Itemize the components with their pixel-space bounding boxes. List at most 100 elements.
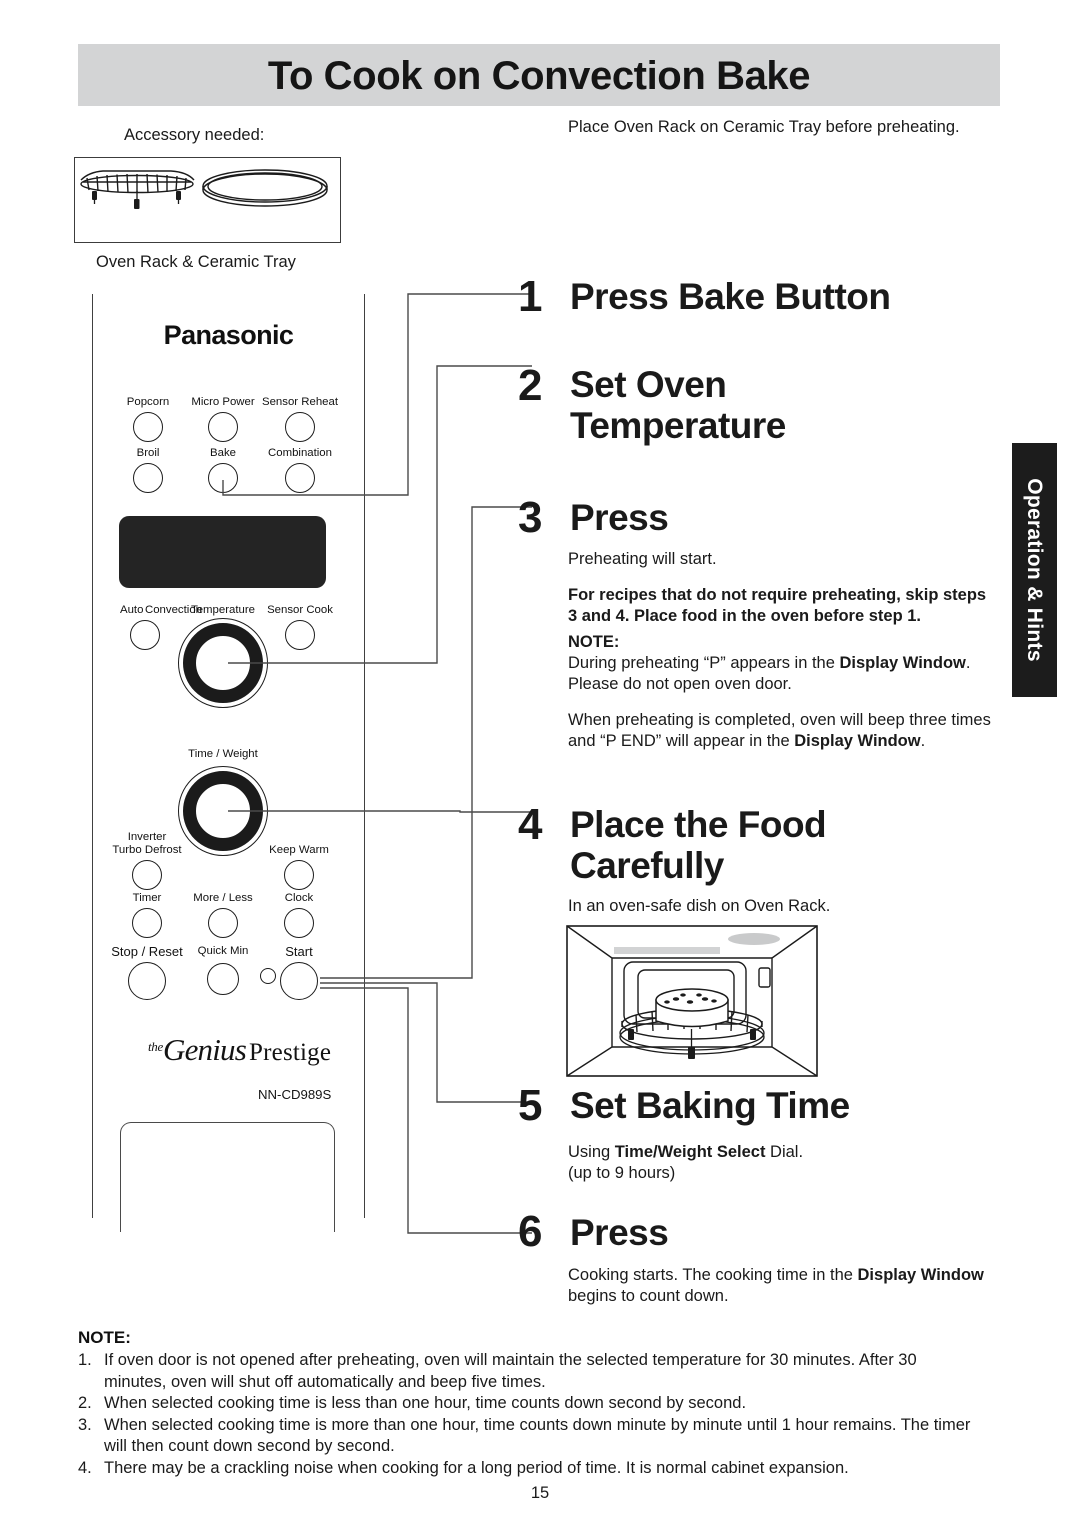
button-label-clock: Clock [284, 892, 314, 904]
micro-power-button[interactable] [208, 412, 238, 442]
button-label-popcorn: Popcorn [126, 396, 170, 408]
step-1-number: 1 [518, 272, 543, 321]
keep-warm-button[interactable] [284, 860, 314, 890]
button-label-micro-power: Micro Power [191, 396, 255, 408]
step-3-note-head: NOTE: [568, 633, 620, 651]
note-marker: 2. [78, 1394, 92, 1412]
button-label-sensor-cook: Sensor Cook [267, 604, 333, 616]
inverter-turbo-defrost-button[interactable] [132, 860, 162, 890]
time-weight-dial[interactable] [183, 771, 263, 851]
panel-left-edge [92, 294, 94, 1218]
display-window [119, 516, 326, 588]
page-title: To Cook on Convection Bake [267, 54, 811, 98]
note-p2-b: Display Window [794, 732, 921, 750]
popcorn-button[interactable] [133, 412, 163, 442]
button-label-more-less: More / Less [193, 892, 253, 904]
step-6-body-c: begins to count down. [568, 1287, 729, 1305]
button-label-quick-min: Quick Min [197, 945, 249, 957]
quick-min-button[interactable] [207, 963, 239, 995]
more-less-button[interactable] [208, 908, 238, 938]
logo-genius-text: Genius [162, 1032, 247, 1067]
start-indicator-icon [260, 968, 276, 984]
section-tab-label: Operation & Hints [1023, 478, 1046, 662]
step-3-number: 3 [518, 493, 543, 542]
auto-convection-button[interactable] [130, 620, 160, 650]
step-5-number: 5 [518, 1081, 543, 1130]
combination-button[interactable] [285, 463, 315, 493]
note-marker: 4. [78, 1458, 92, 1477]
button-label-inverter-turbo-defrost: Inverter Turbo Defrost [112, 831, 181, 856]
note-list-item: 3. When selected cooking time is more th… [78, 1415, 978, 1458]
button-label-start: Start [285, 944, 313, 959]
step-4-title: Place the Food Carefully [570, 804, 827, 886]
step-6-number: 6 [518, 1207, 543, 1256]
step-6-body-a: Cooking starts. The cooking time in the [568, 1266, 858, 1284]
note-text: There may be a crackling noise when cook… [104, 1458, 849, 1477]
broil-button[interactable] [133, 463, 163, 493]
note-marker: 1. [78, 1351, 92, 1369]
button-label-sensor-reheat: Sensor Reheat [262, 396, 338, 408]
step-2-number: 2 [518, 361, 543, 410]
model-number: NN-CD989S [258, 1087, 332, 1102]
step-6-body-b: Display Window [857, 1266, 984, 1284]
button-label-combination: Combination [268, 447, 332, 459]
brand-logo: Panasonic [163, 320, 294, 350]
note-p2-c: . [920, 732, 926, 750]
note-text: When selected cooking time is less than … [104, 1394, 747, 1412]
step-5-body-c: Dial. [765, 1143, 804, 1161]
button-label-keep-warm: Keep Warm [269, 844, 329, 856]
temperature-dial[interactable] [183, 623, 263, 703]
step-3-title: Press [570, 497, 669, 538]
step-6-body: Cooking starts. The cooking time in the … [568, 1265, 988, 1307]
accessory-icons [80, 169, 328, 209]
step-1-title: Press Bake Button [570, 276, 891, 317]
page-number: 15 [530, 1484, 550, 1502]
start-button[interactable] [280, 962, 318, 1000]
step-3-body-line1: Preheating will start. [568, 550, 717, 568]
dial-label-temperature: Temperature [191, 604, 255, 616]
bottom-note-list: 1. If oven door is not opened after preh… [78, 1350, 978, 1479]
button-label-stop-reset: Stop / Reset [111, 944, 183, 959]
accessory-illustration-box [74, 157, 341, 243]
note-text: When selected cooking time is more than … [104, 1415, 971, 1456]
inverter-label-line2: Turbo Defrost [112, 843, 182, 856]
step-5-body: Using Time/Weight Select Dial. (up to 9 h… [568, 1142, 988, 1184]
step-3-note-p1: During preheating “P” appears in the Dis… [568, 653, 988, 695]
sensor-cook-button[interactable] [285, 620, 315, 650]
stop-reset-button[interactable] [128, 962, 166, 1000]
bake-button[interactable] [208, 463, 238, 493]
sensor-reheat-button[interactable] [285, 412, 315, 442]
bottom-note-heading: NOTE: [78, 1328, 131, 1347]
note-p1-b: Display Window [839, 654, 966, 672]
oven-door-handle [120, 1122, 335, 1232]
step-5-body-b: Time/Weight Select [614, 1143, 766, 1161]
logo-the-text: the [148, 1039, 163, 1054]
button-label-broil: Broil [136, 447, 160, 459]
timer-button[interactable] [132, 908, 162, 938]
panel-right-edge [364, 294, 366, 1218]
dial-label-time-weight: Time / Weight [188, 748, 258, 760]
step-2-title: Set Oven Temperature [570, 364, 786, 446]
accessory-needed-label: Accessory needed: [124, 126, 265, 144]
note-p1-a: During preheating “P” appears in the [568, 654, 840, 672]
note-marker: 3. [78, 1415, 92, 1434]
button-label-auto: Auto [120, 604, 144, 616]
button-label-bake: Bake [210, 447, 236, 459]
step-3-body-bold: For recipes that do not require preheati… [568, 586, 987, 625]
manual-page: To Cook on Convection Bake Operation & H… [0, 0, 1080, 1526]
accessory-caption: Oven Rack & Ceramic Tray [96, 253, 296, 271]
step-4-number: 4 [518, 800, 543, 849]
step-3-note-p2: When preheating is completed, oven will … [568, 710, 998, 752]
button-label-timer: Timer [132, 892, 162, 904]
note-list-item: 2. When selected cooking time is less th… [78, 1393, 978, 1415]
note-list-item: 4. There may be a crackling noise when c… [78, 1458, 978, 1480]
step-5-body-a: Using [568, 1143, 615, 1161]
note-text: If oven door is not opened after preheat… [104, 1351, 917, 1391]
clock-button[interactable] [284, 908, 314, 938]
intro-instruction: Place Oven Rack on Ceramic Tray before p… [568, 118, 960, 136]
step-4-body: In an oven-safe dish on Oven Rack. [568, 897, 831, 915]
logo-prestige-text: Prestige [249, 1039, 332, 1066]
step-5-body-d: (up to 9 hours) [568, 1164, 676, 1182]
step-5-title: Set Baking Time [570, 1085, 850, 1126]
inverter-label-line1: Inverter [127, 831, 167, 843]
